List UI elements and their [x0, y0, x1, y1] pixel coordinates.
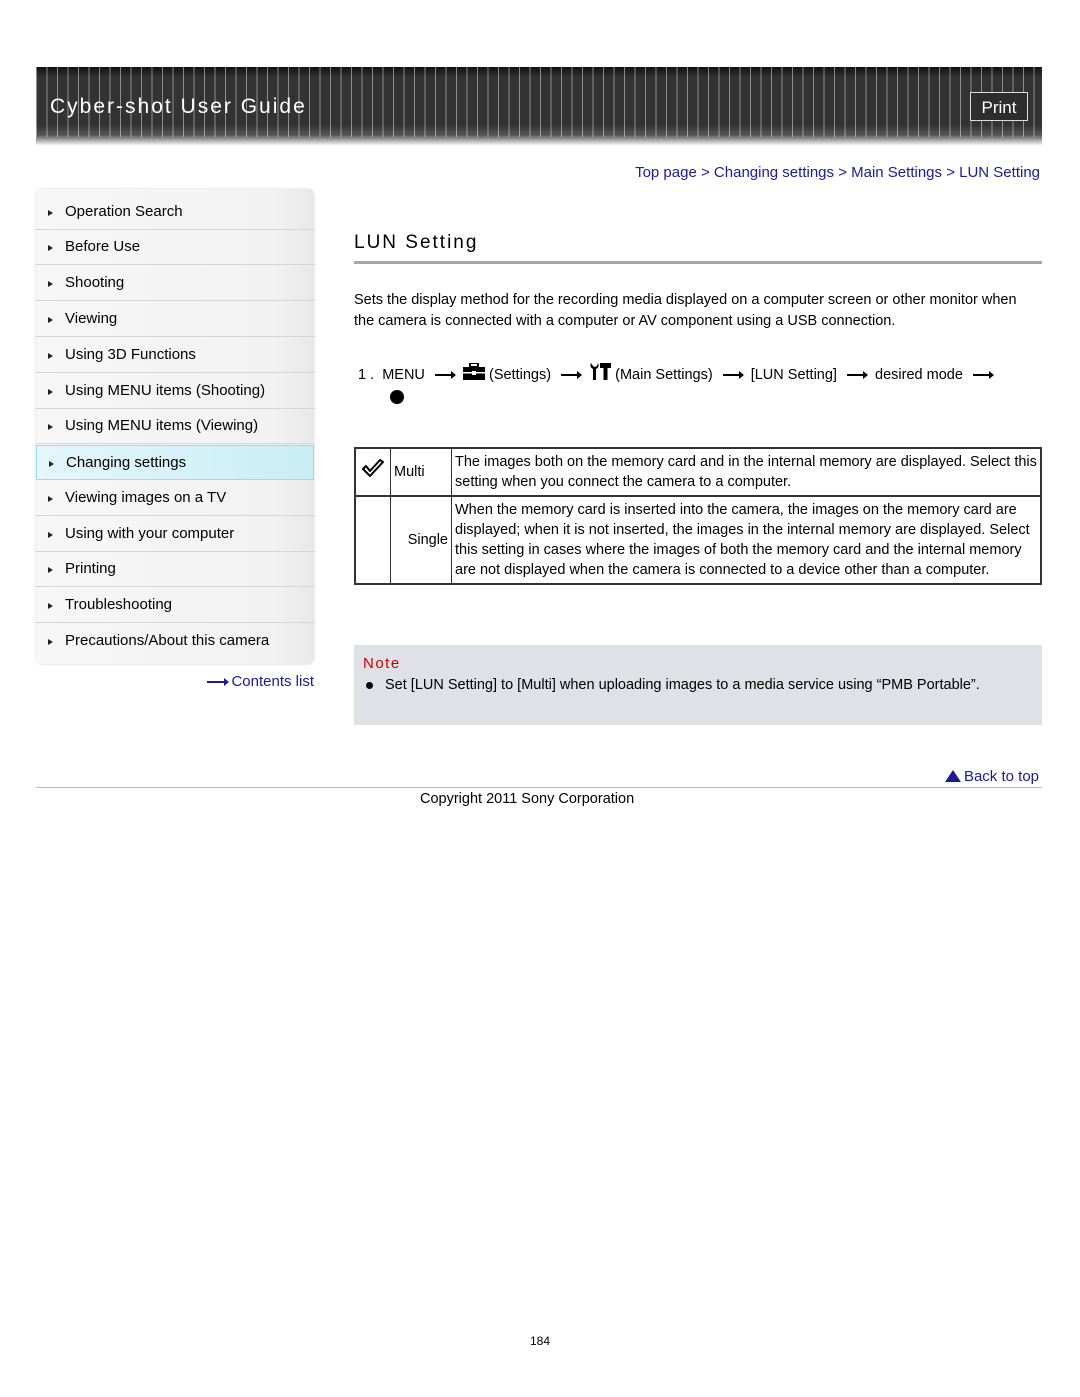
bullet-icon	[366, 682, 373, 689]
sidebar-item-label: Operation Search	[65, 203, 183, 220]
sidebar-item-label: Using MENU items (Viewing)	[65, 417, 259, 434]
triangle-right-icon	[49, 461, 54, 467]
arrow-right-icon	[207, 678, 230, 687]
intro-text: Sets the display method for the recordin…	[354, 292, 1017, 329]
toolbox-icon	[462, 362, 485, 380]
breadcrumb: Top page > Changing settings > Main Sett…	[635, 164, 1040, 181]
sidebar-item-3d-functions[interactable]: Using 3D Functions	[36, 338, 314, 373]
back-to-top-label: Back to top	[963, 768, 1039, 785]
modes-table: Multi The images both on the memory card…	[354, 447, 1042, 585]
sidebar-item-viewing-tv[interactable]: Viewing images on a TV	[36, 481, 314, 516]
mode-icon-cell	[354, 495, 391, 585]
step-settings: (Settings)	[488, 367, 552, 383]
triangle-right-icon	[48, 424, 53, 430]
triangle-right-icon	[48, 210, 53, 216]
center-button-dot-icon	[390, 390, 404, 404]
sidebar-item-label: Using 3D Functions	[65, 346, 196, 363]
sidebar-item-operation-search[interactable]: Operation Search	[36, 195, 314, 230]
arrow-right-icon	[722, 372, 744, 379]
sidebar-item-computer[interactable]: Using with your computer	[36, 517, 314, 552]
triangle-right-icon	[48, 567, 53, 573]
sidebar-item-before-use[interactable]: Before Use	[36, 230, 314, 265]
triangle-right-icon	[48, 532, 53, 538]
sidebar-item-menu-viewing[interactable]: Using MENU items (Viewing)	[36, 409, 314, 444]
sidebar-item-label: Printing	[65, 560, 116, 577]
wrench-hammer-icon	[589, 362, 612, 380]
table-row: Multi The images both on the memory card…	[354, 447, 1042, 497]
arrow-right-icon	[434, 372, 456, 379]
triangle-right-icon	[48, 281, 53, 287]
triangle-up-icon	[944, 770, 961, 782]
mode-name: Multi	[390, 447, 452, 497]
triangle-right-icon	[48, 603, 53, 609]
note-text: Set [LUN Setting] to [Multi] when upload…	[385, 677, 980, 693]
mode-description: When the memory card is inserted into th…	[451, 495, 1042, 585]
app-title: Cyber-shot User Guide	[50, 95, 307, 118]
note-title: Note	[363, 655, 401, 672]
step-number: 1 .	[358, 367, 375, 383]
contents-list-link[interactable]: Contents list	[207, 673, 314, 690]
page-number: 184	[529, 1334, 551, 1348]
menu-step: 1 . MENU (Settings) (Main Settings) [LUN…	[358, 362, 1048, 383]
table-row: Single When the memory card is inserted …	[354, 495, 1042, 585]
step-lun-setting: [LUN Setting]	[750, 367, 837, 383]
breadcrumb-top-page[interactable]: Top page	[635, 164, 697, 181]
page-title: LUN Setting	[354, 232, 479, 253]
sidebar-item-precautions[interactable]: Precautions/About this camera	[36, 624, 314, 659]
arrow-right-icon	[847, 372, 868, 379]
step-main-settings: (Main Settings)	[615, 367, 713, 383]
copyright: Copyright 2011 Sony Corporation	[420, 791, 635, 807]
note-box: Note Set [LUN Setting] to [Multi] when u…	[354, 645, 1042, 725]
sidebar-item-label: Troubleshooting	[65, 596, 173, 613]
triangle-right-icon	[48, 317, 53, 323]
triangle-right-icon	[48, 353, 53, 359]
contents-list-label: Contents list	[231, 673, 314, 690]
step-desired-mode: desired mode	[875, 367, 963, 383]
triangle-right-icon	[48, 496, 53, 502]
arrow-right-icon	[972, 372, 994, 379]
back-to-top-link[interactable]: Back to top	[944, 768, 1039, 785]
breadcrumb-changing-settings[interactable]: Changing settings	[714, 164, 834, 181]
sidebar-item-printing[interactable]: Printing	[36, 552, 314, 587]
triangle-right-icon	[48, 639, 53, 645]
mode-description: The images both on the memory card and i…	[451, 447, 1042, 497]
sidebar-item-menu-shooting[interactable]: Using MENU items (Shooting)	[36, 374, 314, 409]
triangle-right-icon	[48, 389, 53, 395]
sidebar-item-changing-settings[interactable]: Changing settings	[36, 445, 314, 480]
sidebar-item-troubleshooting[interactable]: Troubleshooting	[36, 588, 314, 623]
sidebar-item-label: Viewing images on a TV	[65, 489, 227, 506]
footer-divider	[36, 787, 1042, 788]
mode-icon-cell	[354, 447, 391, 497]
breadcrumb-main-settings[interactable]: Main Settings	[851, 164, 942, 181]
checkmark-icon	[361, 459, 385, 483]
breadcrumb-separator: >	[946, 164, 955, 181]
sidebar-item-label: Shooting	[65, 274, 125, 291]
sidebar-item-label: Changing settings	[66, 454, 187, 471]
step-menu: MENU	[382, 367, 425, 383]
sidebar-item-label: Using with your computer	[65, 525, 235, 542]
triangle-right-icon	[48, 245, 53, 251]
sidebar-item-label: Viewing	[65, 310, 118, 327]
sidebar-item-viewing[interactable]: Viewing	[36, 302, 314, 337]
print-button[interactable]: Print	[970, 92, 1028, 121]
sidebar-item-label: Before Use	[65, 238, 141, 255]
header-banner: Cyber-shot User Guide Print	[36, 67, 1042, 145]
breadcrumb-separator: >	[838, 164, 847, 181]
arrow-right-icon	[561, 372, 583, 379]
sidebar-item-label: Precautions/About this camera	[65, 632, 270, 649]
sidebar-nav: Operation Search Before Use Shooting Vie…	[36, 189, 314, 664]
sidebar-item-shooting[interactable]: Shooting	[36, 266, 314, 301]
breadcrumb-lun-setting[interactable]: LUN Setting	[959, 164, 1040, 181]
sidebar-item-label: Using MENU items (Shooting)	[65, 382, 266, 399]
breadcrumb-separator: >	[700, 164, 710, 181]
mode-name: Single	[390, 495, 452, 585]
title-divider	[354, 261, 1042, 264]
